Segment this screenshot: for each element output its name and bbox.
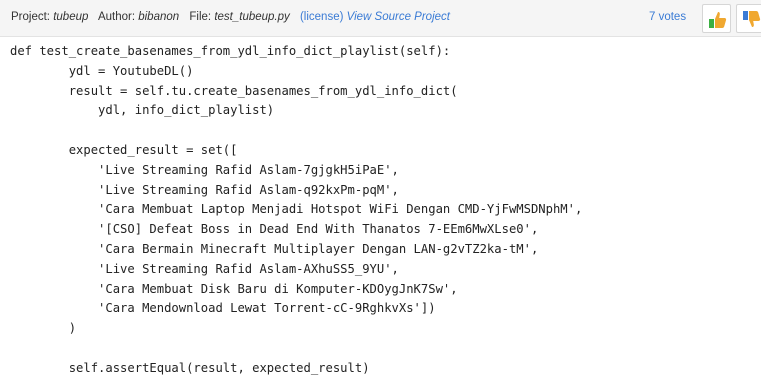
- file-name: test_tubeup.py: [214, 11, 290, 23]
- code-line: 'Cara Bermain Minecraft Multiplayer Deng…: [10, 241, 539, 256]
- code-line: '[CSO] Defeat Boss in Dead End With Than…: [10, 222, 539, 237]
- code-block: def test_create_basenames_from_ydl_info_…: [10, 42, 582, 379]
- code-line: result = self.tu.create_basenames_from_y…: [10, 83, 458, 98]
- code-line: expected_result = set([: [10, 142, 238, 157]
- view-source-link[interactable]: View Source Project: [347, 11, 450, 23]
- code-line: 'Cara Mendownload Lewat Torrent-cC-9Rghk…: [10, 301, 436, 316]
- file-label: File:: [189, 11, 212, 23]
- code-line: self.assertEqual(result, expected_result…: [10, 360, 370, 375]
- downvote-button[interactable]: [736, 4, 761, 33]
- code-line: 'Live Streaming Rafid Aslam-7gjgkH5iPaE'…: [10, 162, 399, 177]
- code-line: 'Live Streaming Rafid Aslam-AXhuSS5_9YU'…: [10, 261, 399, 276]
- code-line: ydl = YoutubeDL(): [10, 63, 194, 78]
- code-line: ): [10, 321, 77, 336]
- project-name[interactable]: tubeup: [53, 11, 88, 23]
- thumbs-down-icon: [743, 11, 761, 27]
- source-header: Project: tubeup Author: bibanon File: te…: [0, 0, 761, 37]
- license-link[interactable]: (license): [300, 11, 343, 23]
- project-label: Project:: [11, 11, 50, 23]
- code-line: 'Live Streaming Rafid Aslam-q92kxPm-pqM'…: [10, 182, 399, 197]
- code-line: 'Cara Membuat Disk Baru di Komputer-KDOy…: [10, 281, 458, 296]
- code-line: ydl, info_dict_playlist): [10, 103, 275, 118]
- thumbs-up-icon: [709, 12, 727, 28]
- code-line: def test_create_basenames_from_ydl_info_…: [10, 44, 451, 58]
- vote-count: 7 votes: [649, 11, 687, 23]
- source-meta: Project: tubeup Author: bibanon File: te…: [11, 11, 450, 23]
- author-label: Author:: [97, 11, 136, 23]
- upvote-button[interactable]: [702, 4, 731, 33]
- code-line: 'Cara Membuat Laptop Menjadi Hotspot WiF…: [10, 202, 583, 217]
- author-name[interactable]: bibanon: [138, 11, 179, 23]
